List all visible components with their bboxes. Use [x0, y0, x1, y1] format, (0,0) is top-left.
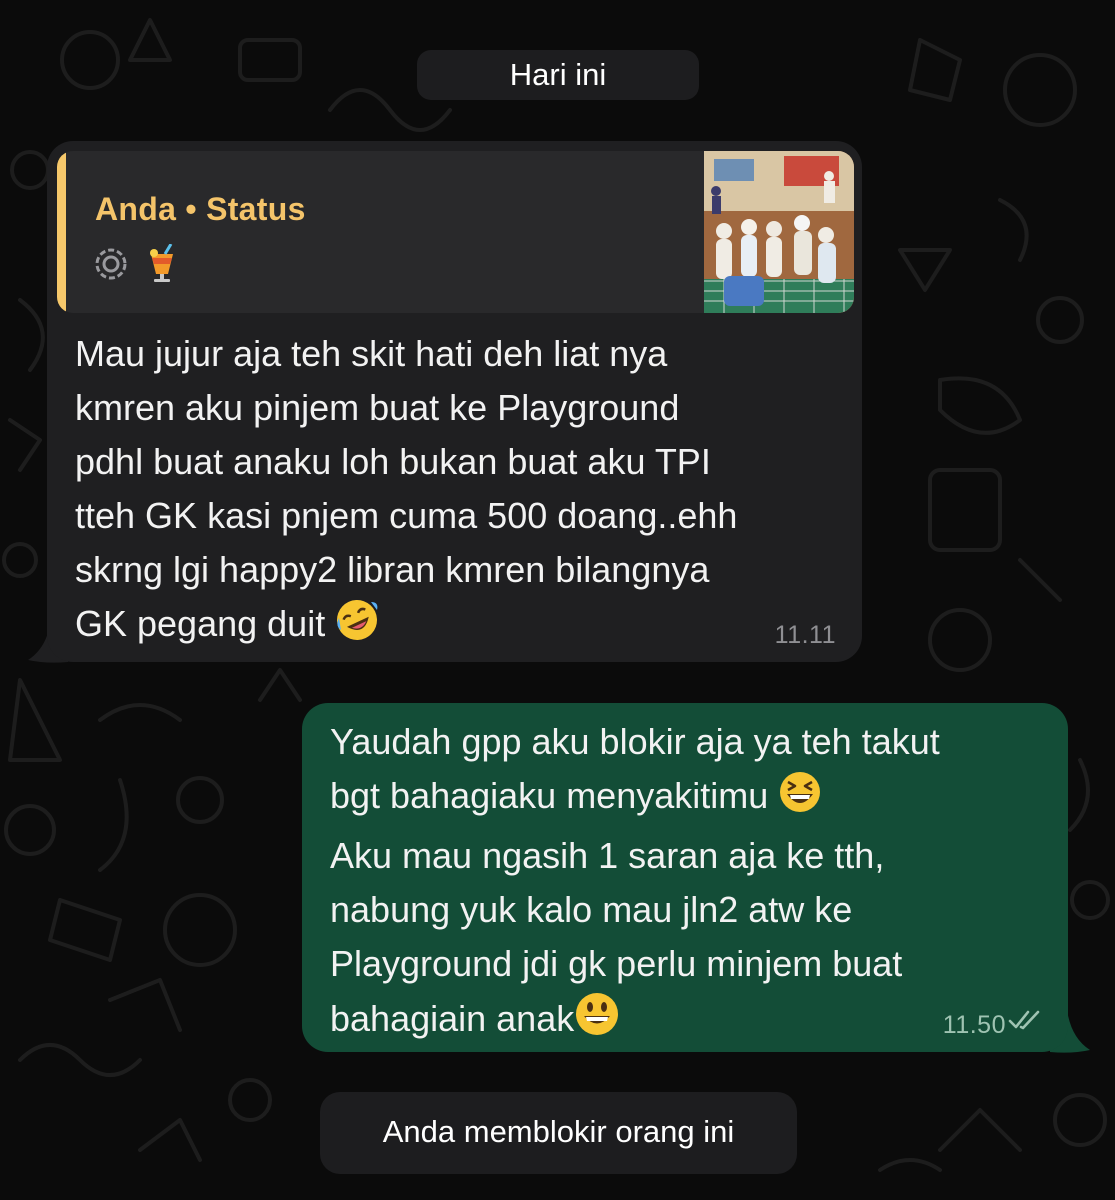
outgoing-message-text: Yaudah gpp aku blokir aja ya teh takut b…: [330, 715, 1060, 1052]
double-check-icon: [1008, 1009, 1042, 1036]
grinning-squinting-face-emoji: [778, 770, 822, 829]
outgoing-message-time: 11.50: [942, 1011, 1006, 1039]
message-line: Aku mau ngasih 1 saran aja ke tth,: [330, 835, 885, 876]
message-line: nabung yuk kalo mau jln2 atw ke: [330, 889, 853, 930]
grinning-face-emoji: [574, 991, 620, 1052]
message-line: bgt bahagiaku menyakitimu: [330, 775, 769, 816]
message-line: kmren aku pinjem buat ke Playground: [75, 387, 680, 428]
outgoing-message-bubble[interactable]: Yaudah gpp aku blokir aja ya teh takut b…: [302, 703, 1068, 1052]
message-line: Mau jujur aja teh skit hati deh liat nya: [75, 333, 668, 374]
quote-author: Anda • Status: [95, 191, 306, 227]
tropical-drink-emoji: [147, 242, 177, 289]
message-line: Yaudah gpp aku blokir aja ya teh takut: [330, 721, 940, 762]
message-line: Playground jdi gk perlu minjem buat: [330, 943, 903, 984]
quote-accent-bar: [57, 151, 66, 313]
incoming-message-time: 11.11: [774, 621, 836, 649]
incoming-message-bubble[interactable]: Anda • Status Mau jujur aja teh skit hat…: [47, 141, 862, 662]
status-ring-icon: [93, 246, 129, 287]
status-thumbnail[interactable]: [704, 151, 854, 313]
blocked-contact-notice[interactable]: Anda memblokir orang ini: [320, 1092, 797, 1174]
message-line: tteh GK kasi pnjem cuma 500 doang..ehh: [75, 495, 738, 536]
message-line: pdhl buat anaku loh bukan buat aku TPI: [75, 441, 711, 482]
quote-status-icons: [93, 242, 177, 289]
message-line: skrng lgi happy2 libran kmren bilangnya: [75, 549, 710, 590]
rolling-on-floor-laughing-emoji: [335, 598, 379, 657]
message-line: bahagiain anak: [330, 998, 575, 1039]
quoted-status-reply[interactable]: Anda • Status: [57, 151, 854, 313]
date-divider: Hari ini: [417, 50, 699, 100]
message-line: GK pegang duit: [75, 603, 326, 644]
incoming-message-text: Mau jujur aja teh skit hati deh liat nya…: [75, 327, 855, 657]
